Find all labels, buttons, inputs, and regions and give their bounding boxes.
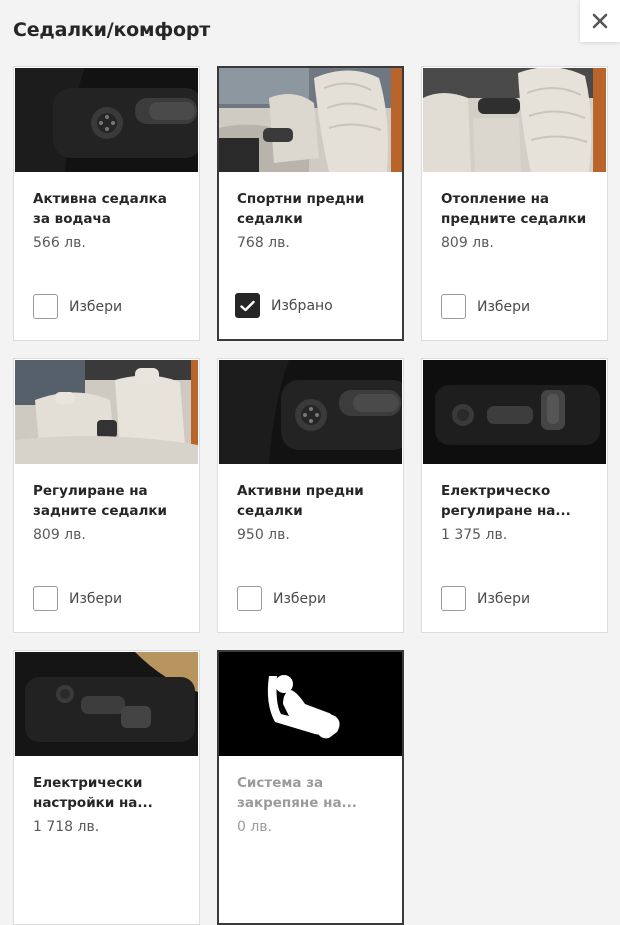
option-price: 566 лв. xyxy=(33,235,86,251)
option-card-heated-front-seats[interactable]: Отопление на предните седалки 809 лв. Из… xyxy=(421,66,608,341)
option-price: 809 лв. xyxy=(33,527,86,543)
options-grid: Активна седалка за водача 566 лв. Избери xyxy=(13,66,608,925)
select-checkbox[interactable]: Избери xyxy=(33,294,122,319)
checkbox-label: Избери xyxy=(477,590,531,607)
option-card-sport-front-seats[interactable]: Спортни предни седалки 768 лв. Избрано xyxy=(217,66,404,341)
checkbox-box[interactable] xyxy=(441,586,466,611)
close-icon xyxy=(592,13,608,29)
option-price: 0 лв. xyxy=(237,819,273,835)
checkbox-box[interactable] xyxy=(235,293,260,318)
checkbox-box[interactable] xyxy=(33,586,58,611)
checkbox-label: Избери xyxy=(273,590,327,607)
checkbox-label: Избери xyxy=(477,298,531,315)
close-button[interactable] xyxy=(580,0,620,42)
option-card-electric-seat-adjustment[interactable]: Електрическо регулиране на... 1 375 лв. … xyxy=(421,358,608,633)
option-name: Електрическо регулиране на... xyxy=(441,483,571,519)
sport-seats-image xyxy=(219,68,402,172)
option-price: 1 718 лв. xyxy=(33,819,100,835)
select-checkbox[interactable]: Избери xyxy=(441,586,530,611)
seat-controls-image xyxy=(219,360,402,464)
select-checkbox[interactable]: Избери xyxy=(33,586,122,611)
option-card-active-front-seats[interactable]: Активни предни седалки 950 лв. Избери xyxy=(217,358,404,633)
option-name: Спортни предни седалки xyxy=(237,191,365,227)
option-price: 809 лв. xyxy=(441,235,494,251)
checkbox-label: Избери xyxy=(69,590,123,607)
option-name: Регулиране на задните седалки xyxy=(33,483,168,519)
option-name: Система за закрепяне на... xyxy=(237,775,357,811)
checkbox-box[interactable] xyxy=(33,294,58,319)
option-card-active-driver-seat[interactable]: Активна седалка за водача 566 лв. Избери xyxy=(13,66,200,341)
seat-controls-image xyxy=(15,68,198,172)
option-price: 950 лв. xyxy=(237,527,290,543)
option-name: Електрически настройки на... xyxy=(33,775,153,811)
option-price: 1 375 лв. xyxy=(441,527,508,543)
checkbox-label: Избрано xyxy=(271,297,333,314)
option-name: Отопление на предните седалки xyxy=(441,191,587,227)
checkbox-box[interactable] xyxy=(441,294,466,319)
checkbox-label: Избери xyxy=(69,298,123,315)
rear-seats-image xyxy=(15,360,198,464)
option-name: Активна седалка за водача xyxy=(33,191,167,227)
checkmark-icon xyxy=(240,300,255,311)
option-price: 768 лв. xyxy=(237,235,290,251)
option-name: Активни предни седалки xyxy=(237,483,364,519)
option-card-rear-seat-adjustment[interactable]: Регулиране на задните седалки 809 лв. Из… xyxy=(13,358,200,633)
checkbox-box[interactable] xyxy=(237,586,262,611)
heated-seats-image xyxy=(423,68,606,172)
select-checkbox[interactable]: Избери xyxy=(441,294,530,319)
electric-settings-image xyxy=(15,652,198,756)
child-seat-icon-image xyxy=(219,652,402,756)
select-checkbox[interactable]: Избрано xyxy=(235,293,333,318)
page-title: Седалки/комфорт xyxy=(13,19,211,41)
select-checkbox[interactable]: Избери xyxy=(237,586,326,611)
electric-controls-image xyxy=(423,360,606,464)
